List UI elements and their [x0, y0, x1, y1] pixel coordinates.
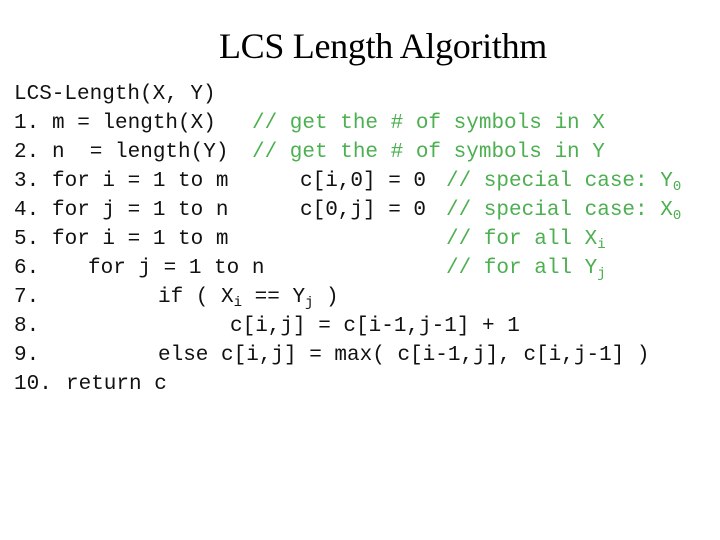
code-line-8: 8. c[i,j] = c[i-1,j-1] + 1	[14, 312, 520, 341]
code-comment: // for all Yj	[446, 254, 606, 283]
code-statement: else c[i,j] = max( c[i-1,j], c[i,j-1] )	[158, 344, 650, 367]
code-line-10: 10. return c	[14, 370, 167, 399]
code-text: )	[313, 286, 339, 309]
code-statement: for i = 1 to m	[52, 228, 229, 251]
code-statement: m = length(X)	[52, 112, 216, 135]
code-statement-init: c[0,j] = 0	[300, 199, 427, 222]
line-number: 7.	[14, 286, 40, 309]
code-statement: if ( Xi == Yj )	[158, 283, 339, 312]
code-line-6: 6. for j = 1 to n // for all Yj	[14, 254, 606, 283]
code-text: if ( X	[158, 286, 234, 309]
code-line-7: 7. if ( Xi == Yj )	[14, 283, 339, 312]
function-signature: LCS-Length(X, Y)	[14, 83, 216, 106]
code-statement: c[i,j] = c[i-1,j-1] + 1	[230, 315, 520, 338]
line-number: 4.	[14, 199, 40, 222]
comment-text: // for all X	[446, 228, 598, 251]
code-line-4: 4. for j = 1 to n c[0,j] = 0 // special …	[14, 196, 681, 225]
pseudocode-block: LCS-Length(X, Y) 1. m = length(X) // get…	[14, 80, 681, 399]
code-statement: return c	[66, 373, 167, 396]
line-number: 8.	[14, 315, 40, 338]
code-statement: for j = 1 to n	[88, 257, 265, 280]
code-statement: n = length(Y)	[52, 141, 229, 164]
line-number: 9.	[14, 344, 40, 367]
comment-text: // for all Y	[446, 257, 598, 280]
code-line-5: 5. for i = 1 to m // for all Xi	[14, 225, 606, 254]
line-number: 1.	[14, 112, 40, 135]
line-number: 2.	[14, 141, 40, 164]
code-text: == Y	[242, 286, 306, 309]
code-statement: for i = 1 to m	[52, 170, 229, 193]
comment-text: // special case: Y	[446, 170, 673, 193]
line-number: 3.	[14, 170, 40, 193]
comment-subscript: j	[597, 266, 606, 282]
code-subscript: i	[233, 295, 243, 311]
line-number: 10.	[14, 373, 52, 396]
code-line-9: 9. else c[i,j] = max( c[i-1,j], c[i,j-1]…	[14, 341, 649, 370]
comment-subscript: 0	[672, 179, 682, 195]
comment-text: // special case: X	[446, 199, 673, 222]
code-line-1: 1. m = length(X) // get the # of symbols…	[14, 109, 605, 138]
code-comment: // special case: X0	[446, 196, 681, 225]
comment-subscript: 0	[672, 208, 682, 224]
comment-subscript: i	[597, 237, 606, 253]
code-header: LCS-Length(X, Y)	[14, 80, 216, 109]
code-comment: // special case: Y0	[446, 167, 681, 196]
code-comment: // for all Xi	[446, 225, 606, 254]
line-number: 5.	[14, 228, 40, 251]
code-line-2: 2. n = length(Y) // get the # of symbols…	[14, 138, 605, 167]
code-line-3: 3. for i = 1 to m c[i,0] = 0 // special …	[14, 167, 681, 196]
code-comment: // get the # of symbols in Y	[252, 141, 605, 164]
code-statement-init: c[i,0] = 0	[300, 170, 427, 193]
code-comment: // get the # of symbols in X	[252, 112, 605, 135]
slide-title: LCS Length Algorithm	[218, 26, 547, 66]
code-statement: for j = 1 to n	[52, 199, 229, 222]
line-number: 6.	[14, 257, 40, 280]
